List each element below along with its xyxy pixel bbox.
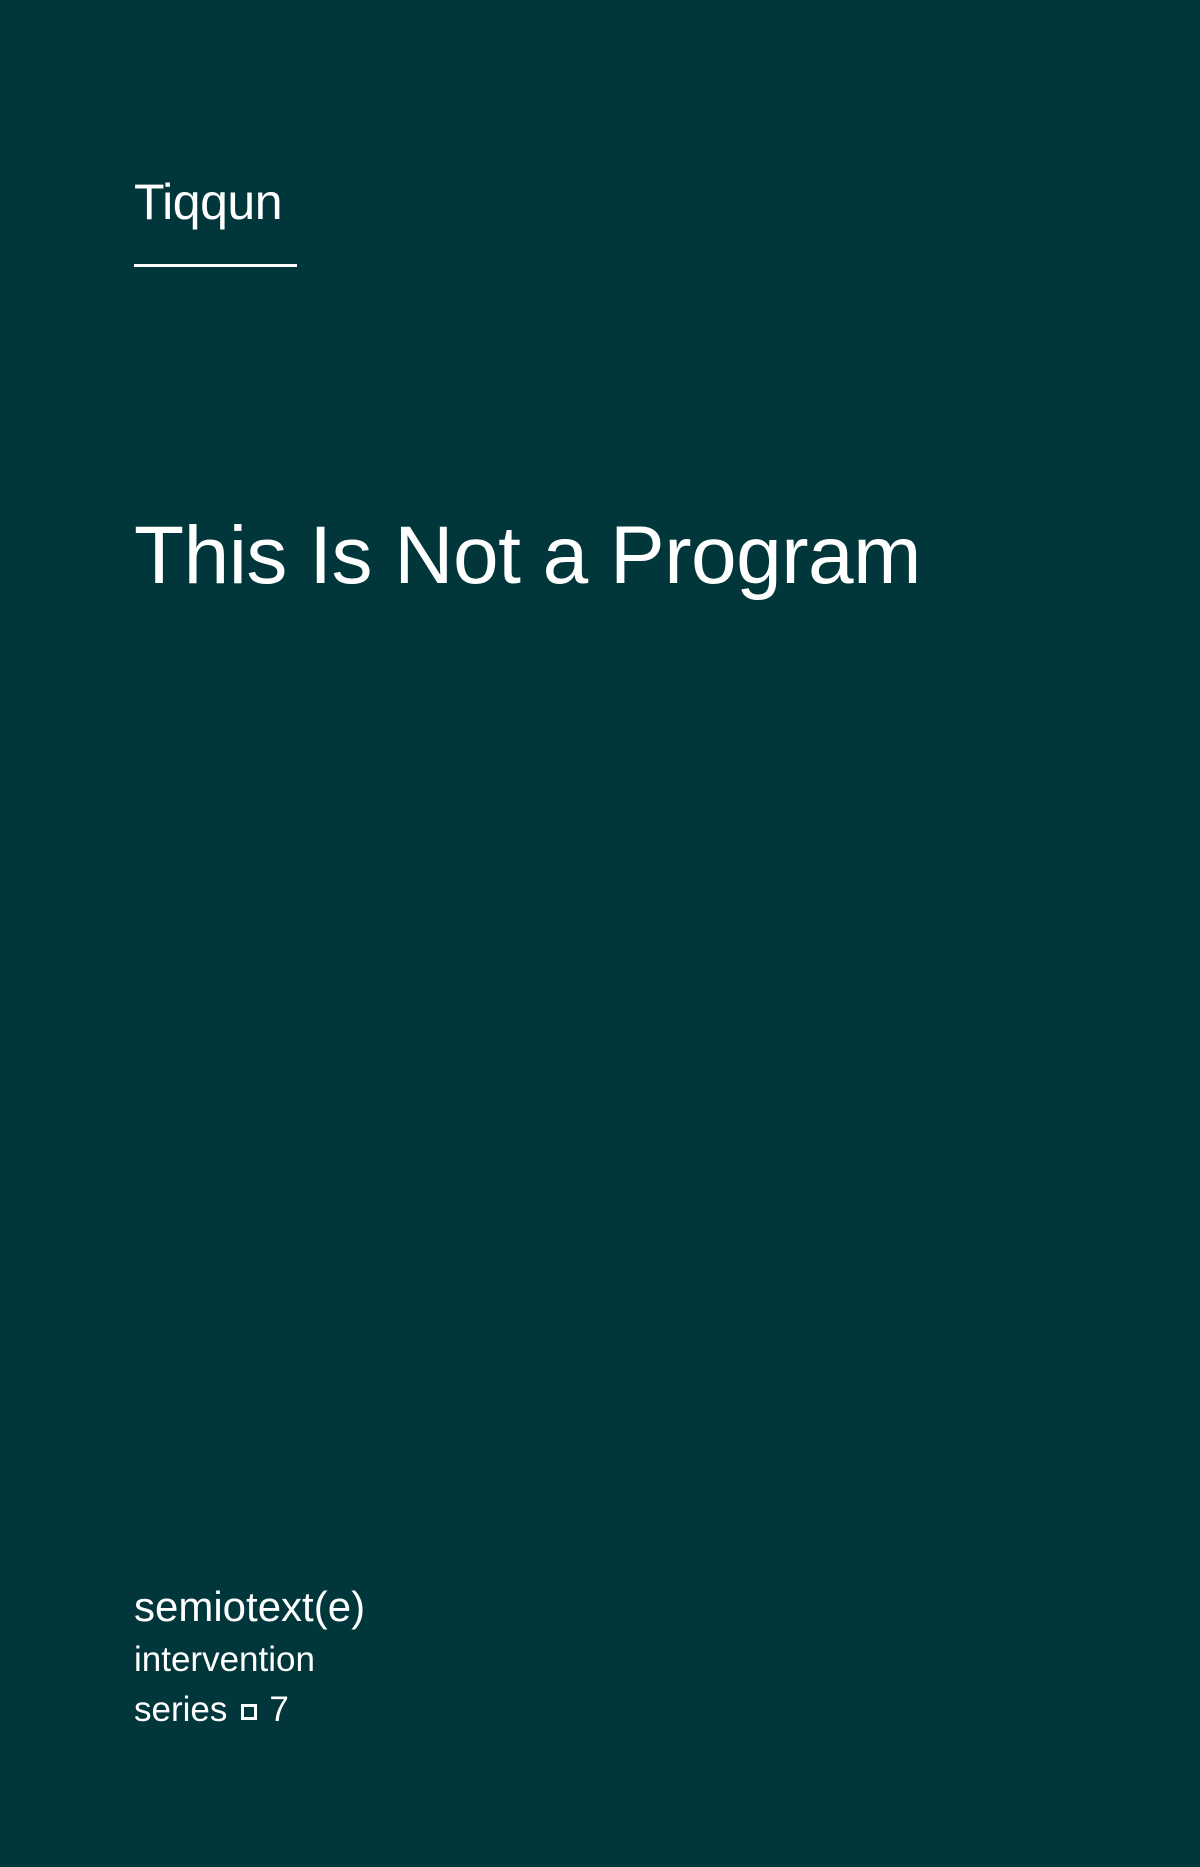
- series-label: series: [134, 1690, 228, 1729]
- hollow-square-icon: [241, 1704, 258, 1720]
- author-underline-divider: [134, 264, 297, 267]
- book-title: This Is Not a Program: [134, 510, 921, 601]
- book-cover: Tiqqun This Is Not a Program semiotext(e…: [0, 0, 1200, 1867]
- series-number: 7: [269, 1690, 289, 1729]
- author-name: Tiqqun: [134, 174, 283, 230]
- series-line: intervention: [134, 1640, 315, 1679]
- publisher-name: semiotext(e): [134, 1583, 366, 1630]
- publisher-block: semiotext(e) intervention series 7: [134, 1582, 634, 1734]
- series-number-line: series 7: [134, 1686, 634, 1734]
